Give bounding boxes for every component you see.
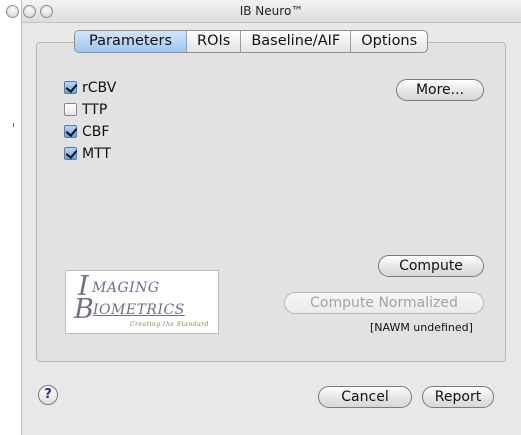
mtt-checkbox[interactable] [64, 147, 77, 160]
report-button[interactable]: Report [422, 386, 494, 408]
cbf-option[interactable]: CBF [64, 122, 109, 141]
window-title: IB Neuro™ [239, 4, 304, 18]
imaging-biometrics-logo: I MAGING B IOMETRICS Creating the Standa… [65, 270, 219, 334]
tab-options[interactable]: Options [350, 31, 427, 52]
cancel-button[interactable]: Cancel [318, 386, 412, 408]
compute-normalized-button[interactable]: Compute Normalized [284, 292, 484, 314]
tab-baseline-aif[interactable]: Baseline/AIF [240, 31, 350, 52]
ttp-checkbox[interactable] [64, 103, 77, 116]
logo-tagline: Creating the Standard [130, 321, 209, 328]
ttp-label: TTP [82, 101, 108, 118]
compute-button[interactable]: Compute [378, 255, 484, 277]
tab-rois[interactable]: ROIs [186, 31, 240, 52]
cbf-checkbox[interactable] [64, 125, 77, 138]
logo-letter-b: B [74, 294, 95, 325]
help-button[interactable]: ? [38, 385, 58, 405]
mtt-label: MTT [82, 145, 111, 162]
ttp-option[interactable]: TTP [64, 100, 107, 119]
title-bar[interactable]: IB Neuro™ [6, 0, 521, 23]
close-window-button[interactable] [6, 5, 19, 18]
cbf-label: CBF [82, 123, 110, 140]
background-edge-mark [13, 123, 14, 127]
logo-biometrics-line: IOMETRICS [93, 302, 185, 318]
rcbv-option[interactable]: rCBV [64, 78, 116, 97]
rcbv-label: rCBV [82, 79, 117, 96]
rcbv-checkbox[interactable] [64, 81, 77, 94]
logo-imaging-line: MAGING [92, 280, 160, 296]
more-button[interactable]: More... [396, 79, 484, 101]
tab-bar: Parameters ROIs Baseline/AIF Options [74, 30, 429, 53]
tab-parameters[interactable]: Parameters [75, 31, 186, 52]
mtt-option[interactable]: MTT [64, 144, 111, 163]
nawm-status: [NAWM undefined] [370, 321, 473, 334]
